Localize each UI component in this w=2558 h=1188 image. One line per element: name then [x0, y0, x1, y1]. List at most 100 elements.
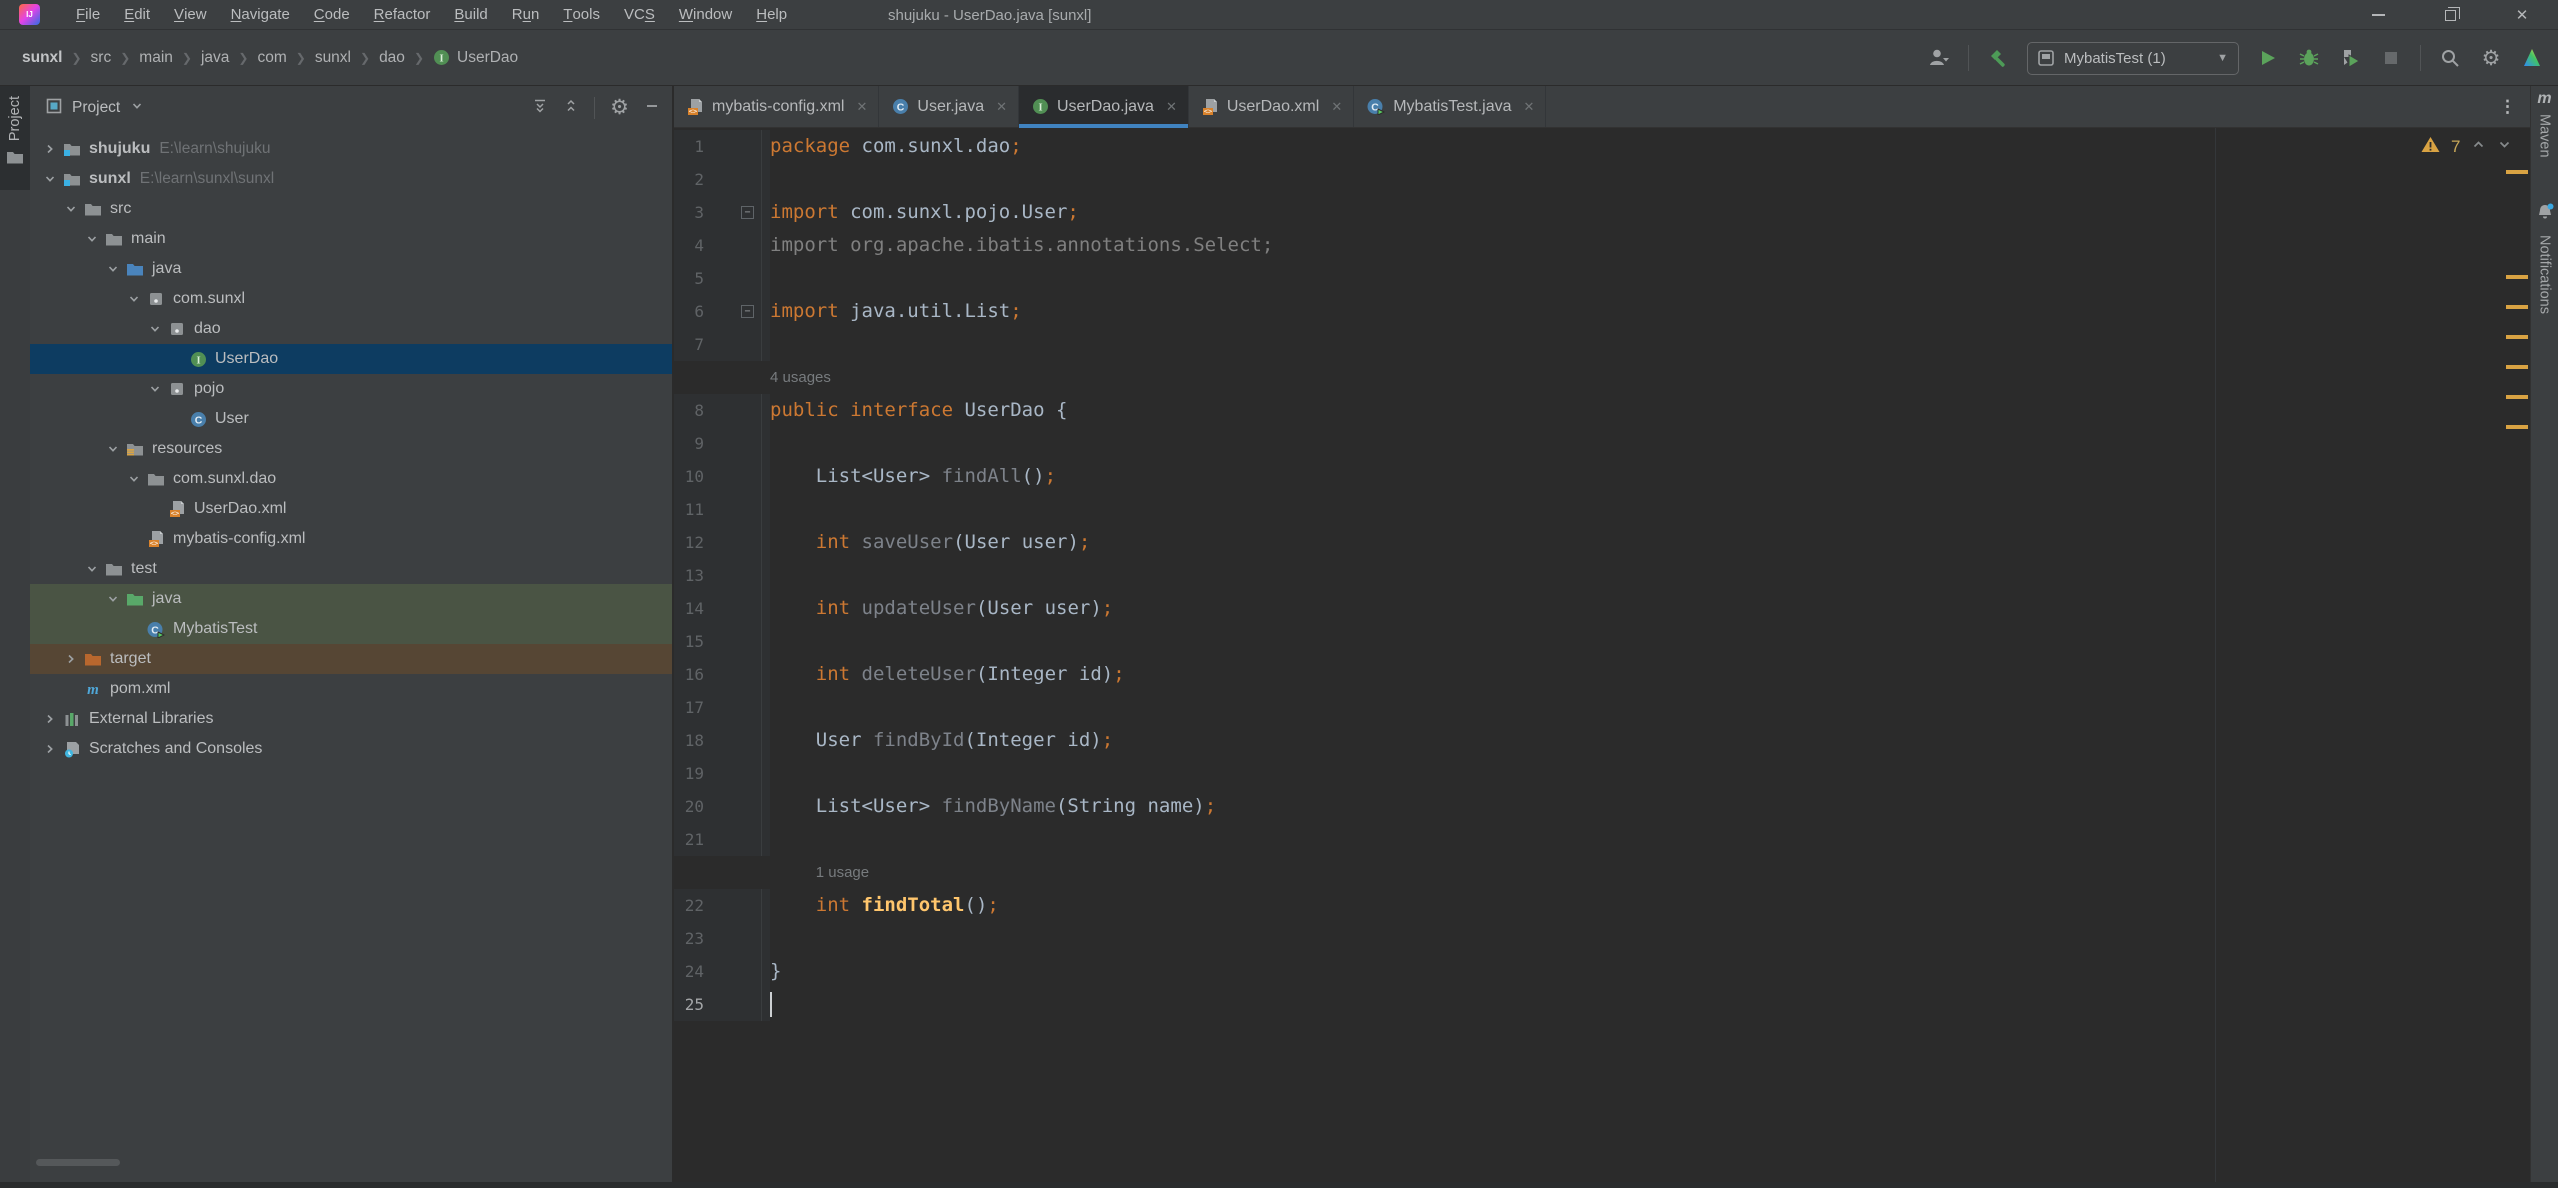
code-line-18[interactable]: 18 User findById(Integer id);	[674, 724, 2530, 757]
hide-button[interactable]	[644, 98, 660, 119]
gutter-line-5[interactable]: 5	[674, 262, 770, 295]
gutter-line-16[interactable]: 16	[674, 658, 770, 691]
close-tab-icon[interactable]: ✕	[1523, 99, 1534, 115]
tree-row-sunxl[interactable]: sunxl E:\learn\sunxl\sunxl	[30, 164, 672, 194]
code-line-15[interactable]: 15	[674, 625, 2530, 658]
code-line-22[interactable]: 22 int findTotal();	[674, 889, 2530, 922]
search-everywhere-button[interactable]	[2438, 42, 2462, 74]
gutter-line-1[interactable]: 1	[674, 130, 770, 163]
tree-row-resources[interactable]: resources	[30, 434, 672, 464]
collapse-arrow-icon[interactable]	[101, 442, 125, 456]
collapse-arrow-icon[interactable]	[38, 172, 62, 186]
tree-row-java[interactable]: java	[30, 254, 672, 284]
run-button[interactable]	[2256, 42, 2280, 74]
code-line-7[interactable]: 7	[674, 328, 2530, 361]
tree-row-mybatis-config.xml[interactable]: <> mybatis-config.xml	[30, 524, 672, 554]
collapse-arrow-icon[interactable]	[101, 592, 125, 606]
code-line-16[interactable]: 16 int deleteUser(Integer id);	[674, 658, 2530, 691]
expand-arrow-icon[interactable]	[38, 742, 62, 756]
code-line-11[interactable]: 11	[674, 493, 2530, 526]
prev-warning-icon[interactable]	[2471, 137, 2486, 157]
close-tab-icon[interactable]: ✕	[1166, 99, 1177, 115]
plugin-button[interactable]	[2520, 42, 2544, 74]
code-line-23[interactable]: 23	[674, 922, 2530, 955]
expand-arrow-icon[interactable]	[38, 142, 62, 156]
next-warning-icon[interactable]	[2497, 137, 2512, 157]
gutter-line-20[interactable]: 20	[674, 790, 770, 823]
tree-row-dao[interactable]: dao	[30, 314, 672, 344]
expand-arrow-icon[interactable]	[38, 712, 62, 726]
close-button[interactable]: ✕	[2486, 0, 2558, 30]
breadcrumb-leaf[interactable]: I UserDao	[429, 47, 522, 69]
gutter-line-6[interactable]: 6−	[674, 295, 770, 328]
expand-arrow-icon[interactable]	[59, 652, 83, 666]
maven-icon[interactable]: m	[2537, 90, 2551, 108]
collapse-arrow-icon[interactable]	[143, 322, 167, 336]
code-line-5[interactable]: 5	[674, 262, 2530, 295]
code-line-10[interactable]: 10 List<User> findAll();	[674, 460, 2530, 493]
gutter-line-7[interactable]: 7	[674, 328, 770, 361]
tree-row-java[interactable]: java	[30, 584, 672, 614]
menu-item-refactor[interactable]: Refactor	[362, 0, 443, 29]
code-line-4[interactable]: 4 import org.apache.ibatis.annotations.Se…	[674, 229, 2530, 262]
tree-row-shujuku[interactable]: shujuku E:\learn\shujuku	[30, 134, 672, 164]
menu-item-view[interactable]: View	[162, 0, 219, 29]
gutter-line-12[interactable]: 12	[674, 526, 770, 559]
gutter-line-10[interactable]: 10	[674, 460, 770, 493]
tree-row-com.sunxl[interactable]: com.sunxl	[30, 284, 672, 314]
warning-stripe-mark[interactable]	[2506, 335, 2528, 339]
warning-stripe-mark[interactable]	[2506, 305, 2528, 309]
tab-list-menu-icon[interactable]: ⋮	[2499, 86, 2516, 128]
collapse-arrow-icon[interactable]	[80, 562, 104, 576]
run-configuration-select[interactable]: MybatisTest (1) ▼	[2027, 41, 2239, 75]
tab-mybatis-config.xml[interactable]: <> mybatis-config.xml ✕	[674, 86, 880, 127]
tab-UserDao.java[interactable]: I UserDao.java ✕	[1019, 86, 1189, 128]
warning-count[interactable]: 7	[2451, 137, 2460, 157]
gutter-line-18[interactable]: 18	[674, 724, 770, 757]
gutter-line-24[interactable]: 24	[674, 955, 770, 988]
coverage-button[interactable]	[2338, 42, 2362, 74]
code-line-13[interactable]: 13	[674, 559, 2530, 592]
code-line-1[interactable]: 1 package com.sunxl.dao;	[674, 130, 2530, 163]
code-line-2[interactable]: 2	[674, 163, 2530, 196]
code-line-8[interactable]: 8 public interface UserDao {	[674, 394, 2530, 427]
tab-User.java[interactable]: C User.java ✕	[879, 86, 1019, 127]
close-tab-icon[interactable]: ✕	[1331, 99, 1342, 115]
tab-MybatisTest.java[interactable]: C MybatisTest.java ✕	[1354, 86, 1547, 127]
gear-button[interactable]: ⚙	[610, 97, 629, 119]
menu-item-window[interactable]: Window	[667, 0, 744, 29]
menu-item-code[interactable]: Code	[302, 0, 362, 29]
warning-stripe-mark[interactable]	[2506, 275, 2528, 279]
gutter-line-8[interactable]: 8	[674, 394, 770, 427]
warning-stripe-mark[interactable]	[2506, 170, 2528, 174]
menu-item-build[interactable]: Build	[442, 0, 499, 29]
expand-all-button[interactable]	[532, 98, 548, 119]
breadcrumb-item-java[interactable]: java	[197, 47, 233, 69]
tree-row-target[interactable]: target	[30, 644, 672, 674]
code-line-9[interactable]: 9	[674, 427, 2530, 460]
breadcrumb-item-sunxl[interactable]: sunxl	[18, 47, 66, 69]
tree-horizontal-scrollbar[interactable]	[36, 1159, 120, 1166]
breadcrumb-item-src[interactable]: src	[87, 47, 116, 69]
gutter-line-9[interactable]: 9	[674, 427, 770, 460]
gutter-line-17[interactable]: 17	[674, 691, 770, 724]
menu-item-tools[interactable]: Tools	[551, 0, 612, 29]
collapse-arrow-icon[interactable]	[122, 472, 146, 486]
menu-item-run[interactable]: Run	[500, 0, 552, 29]
menu-item-file[interactable]: File	[64, 0, 112, 29]
code-line-20[interactable]: 20 List<User> findByName(String name);	[674, 790, 2530, 823]
code-line-24[interactable]: 24}	[674, 955, 2530, 988]
code-line-14[interactable]: 14 int updateUser(User user);	[674, 592, 2530, 625]
tree-row-com.sunxl.dao[interactable]: com.sunxl.dao	[30, 464, 672, 494]
gutter-line-14[interactable]: 14	[674, 592, 770, 625]
maven-tool-window-button[interactable]: Maven	[2537, 114, 2553, 158]
collapse-arrow-icon[interactable]	[122, 292, 146, 306]
gutter-line-11[interactable]: 11	[674, 493, 770, 526]
warning-stripe-mark[interactable]	[2506, 395, 2528, 399]
project-panel-title[interactable]: Project	[72, 99, 120, 117]
user-dropdown[interactable]	[1927, 42, 1951, 74]
project-tool-window-button[interactable]: Project	[0, 86, 30, 190]
warning-stripe-mark[interactable]	[2506, 425, 2528, 429]
menu-item-navigate[interactable]: Navigate	[219, 0, 302, 29]
menu-item-help[interactable]: Help	[744, 0, 799, 29]
